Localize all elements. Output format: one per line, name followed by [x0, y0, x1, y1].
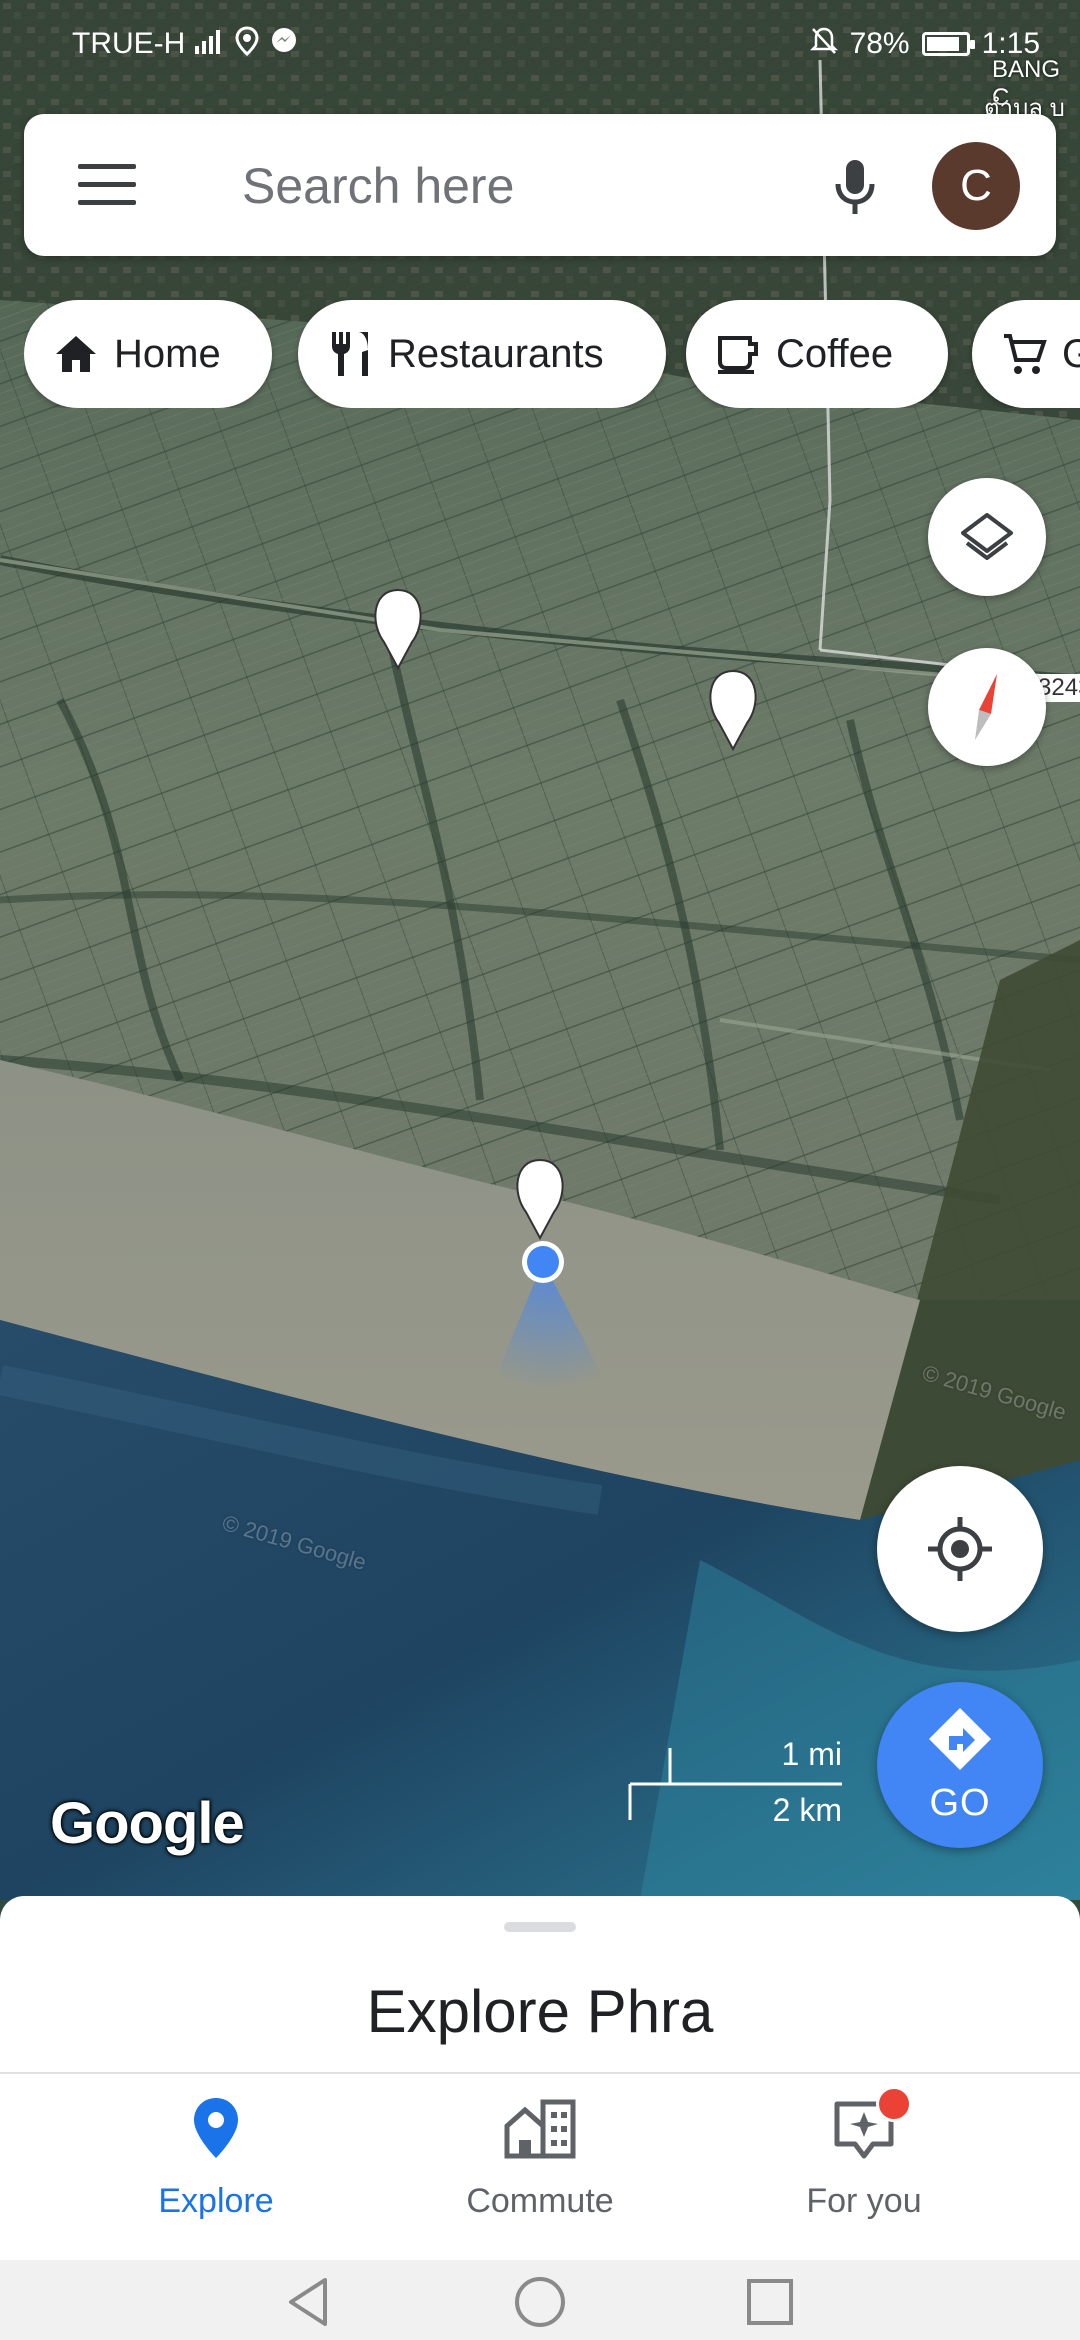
my-location-icon: [928, 1517, 992, 1581]
chip-coffee[interactable]: Coffee: [686, 300, 948, 408]
coffee-icon: [718, 336, 758, 374]
microphone-icon[interactable]: [830, 158, 880, 218]
battery-icon: [921, 32, 975, 56]
nav-label: For you: [806, 2182, 922, 2220]
category-chips: Home Restaurants Coffee Groceries: [24, 300, 1080, 408]
menu-icon[interactable]: [78, 164, 136, 206]
nav-explore[interactable]: Explore: [86, 2074, 346, 2260]
chip-label: Restaurants: [388, 331, 604, 376]
status-right: 78% 1:15: [809, 26, 1040, 62]
status-left: TRUE-H: [72, 26, 299, 62]
my-location-button[interactable]: [877, 1466, 1043, 1632]
battery-percent: 78%: [849, 27, 910, 60]
go-button[interactable]: GO: [877, 1682, 1043, 1848]
back-button[interactable]: [280, 2274, 336, 2330]
nav-commute[interactable]: Commute: [410, 2074, 670, 2260]
home-nav-button[interactable]: [512, 2274, 568, 2330]
search-input[interactable]: [240, 150, 784, 222]
recents-icon: [747, 2279, 793, 2325]
nav-for-you[interactable]: For you: [734, 2074, 994, 2260]
back-icon: [289, 2278, 327, 2326]
messenger-icon: [269, 26, 299, 62]
carrier-label: TRUE-H: [72, 27, 186, 60]
search-bar[interactable]: C: [24, 114, 1056, 256]
status-bar: TRUE-H 78% 1:15: [0, 0, 1080, 90]
explore-pin-icon: [192, 2096, 240, 2165]
scale-metric: 2 km: [772, 1792, 842, 1828]
commute-icon: [503, 2096, 577, 2165]
battery-level: [926, 37, 960, 51]
chip-label: Coffee: [776, 331, 894, 376]
cart-icon: [1004, 334, 1047, 374]
signal-icon: [195, 28, 225, 60]
home-icon: [56, 336, 96, 372]
layers-button[interactable]: [928, 478, 1046, 596]
mute-icon: [809, 26, 838, 62]
chip-label: Groceries: [1062, 331, 1080, 376]
avatar[interactable]: C: [932, 142, 1020, 230]
compass-button[interactable]: [928, 648, 1046, 766]
chip-label: Home: [114, 331, 221, 376]
chip-restaurants[interactable]: Restaurants: [298, 300, 666, 408]
layers-icon: [961, 513, 1013, 560]
restaurant-icon: [332, 332, 368, 376]
map-scale: 1 mi 2 km: [628, 1736, 842, 1828]
system-navigation-bar: [0, 2260, 1080, 2340]
home-circle-icon: [515, 2277, 565, 2327]
chip-home[interactable]: Home: [24, 300, 272, 408]
location-icon: [235, 26, 259, 62]
directions-icon: [929, 1708, 991, 1770]
recents-button[interactable]: [742, 2274, 798, 2330]
sheet-title: Explore Phra: [366, 1978, 714, 2045]
nav-label: Explore: [158, 2182, 274, 2220]
chip-groceries[interactable]: Groceries: [972, 300, 1080, 408]
compass-icon: [975, 674, 997, 740]
scale-imperial: 1 mi: [781, 1736, 842, 1772]
screen: BANG C ตำบล บ 3243 © 2019 Google © 2019 …: [0, 0, 1080, 2340]
google-logo: Google: [50, 1791, 245, 1856]
go-label: GO: [929, 1782, 991, 1824]
nav-label: Commute: [466, 2182, 614, 2220]
clock: 1:15: [981, 27, 1040, 60]
sheet-drag-handle[interactable]: [504, 1922, 576, 1932]
notification-badge: [876, 2086, 912, 2122]
bottom-navigation: Explore Commute For you: [0, 2072, 1080, 2260]
explore-bottom-sheet[interactable]: Explore Phra: [0, 1896, 1080, 2072]
